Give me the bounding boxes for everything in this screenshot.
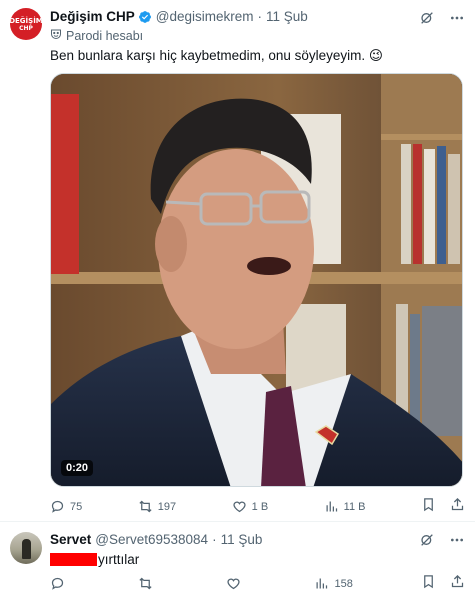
more-icon[interactable] xyxy=(449,10,465,26)
bookmark-icon[interactable] xyxy=(421,574,436,593)
like-icon xyxy=(227,578,240,590)
reply-icon xyxy=(51,577,64,590)
more-icon[interactable] xyxy=(449,532,465,548)
avatar-figure xyxy=(22,539,31,559)
avatar-text-line2: CHP xyxy=(19,24,33,32)
views-icon xyxy=(326,501,337,512)
tweet-time[interactable]: 11 Şub xyxy=(221,532,263,547)
redaction-bar xyxy=(50,553,97,566)
views-icon xyxy=(316,578,328,589)
verified-badge-icon xyxy=(138,10,152,24)
tweet-time[interactable]: 11 Şub xyxy=(266,9,308,24)
tweet-top-actions xyxy=(419,532,465,548)
repost-icon xyxy=(139,577,152,590)
grok-icon[interactable] xyxy=(419,532,435,548)
author-name[interactable]: Değişim CHP xyxy=(50,9,135,24)
reply-button[interactable] xyxy=(50,576,70,591)
bookmark-icon[interactable] xyxy=(421,497,436,516)
tweet-actions: 75 197 1 B 11 B xyxy=(50,497,465,516)
like-button[interactable]: 1 B xyxy=(232,499,269,514)
views-button[interactable]: 11 B xyxy=(324,499,366,514)
tweet-text: yırttılar xyxy=(50,552,139,567)
grok-icon[interactable] xyxy=(419,10,435,26)
parody-label-text: Parodi hesabı xyxy=(66,28,144,43)
tweet-top-actions xyxy=(419,10,465,26)
repost-icon xyxy=(139,500,152,513)
reply-icon xyxy=(51,500,64,513)
reply-count: 75 xyxy=(70,500,83,513)
author-handle[interactable]: @degisimekrem xyxy=(156,9,254,24)
tweet-actions-right xyxy=(421,497,465,516)
repost-button[interactable]: 197 xyxy=(138,499,176,514)
share-icon[interactable] xyxy=(450,574,465,593)
parody-icon xyxy=(50,28,66,43)
separator-dot: · xyxy=(257,9,263,24)
video-player[interactable]: ekremedioglu 0:20 xyxy=(50,73,463,487)
avatar-servet[interactable] xyxy=(10,532,42,564)
avatar-degisim-chp[interactable]: DEĞİŞİM CHP xyxy=(10,8,42,40)
tweet-actions-right xyxy=(421,574,465,593)
video-frame xyxy=(51,74,462,486)
views-count: 11 B xyxy=(343,500,366,513)
separator-dot: · xyxy=(212,532,217,547)
tweet-reply[interactable]: Servet @Servet69538084 · 11 Şub yırttıla… xyxy=(0,522,475,598)
parody-label: Parodi hesabı xyxy=(50,28,143,43)
tweet-main[interactable]: DEĞİŞİM CHP Değişim CHP @degisimekrem · … xyxy=(0,0,475,522)
share-icon[interactable] xyxy=(450,497,465,516)
tweet-actions: 158 xyxy=(50,574,465,593)
like-count: 1 B xyxy=(251,500,269,513)
repost-count: 197 xyxy=(157,500,177,513)
tweet-text: Ben bunlara karşı hiç kaybetmedim, onu s… xyxy=(50,48,383,63)
reply-button[interactable]: 75 xyxy=(50,499,82,514)
like-button[interactable] xyxy=(226,576,246,591)
tweet-header: Değişim CHP @degisimekrem · 11 Şub xyxy=(50,9,308,24)
repost-button[interactable] xyxy=(138,576,158,591)
views-button[interactable]: 158 xyxy=(314,576,353,591)
views-count: 158 xyxy=(334,577,353,590)
like-icon xyxy=(233,501,246,513)
author-handle[interactable]: @Servet69538084 xyxy=(95,532,208,547)
author-name[interactable]: Servet xyxy=(50,532,91,547)
avatar-text-line1: DEĞİŞİM xyxy=(10,16,42,25)
tweet-header: Servet @Servet69538084 · 11 Şub xyxy=(50,532,262,547)
video-duration: 0:20 xyxy=(61,460,94,476)
tweet-text-visible: yırttılar xyxy=(98,552,140,567)
